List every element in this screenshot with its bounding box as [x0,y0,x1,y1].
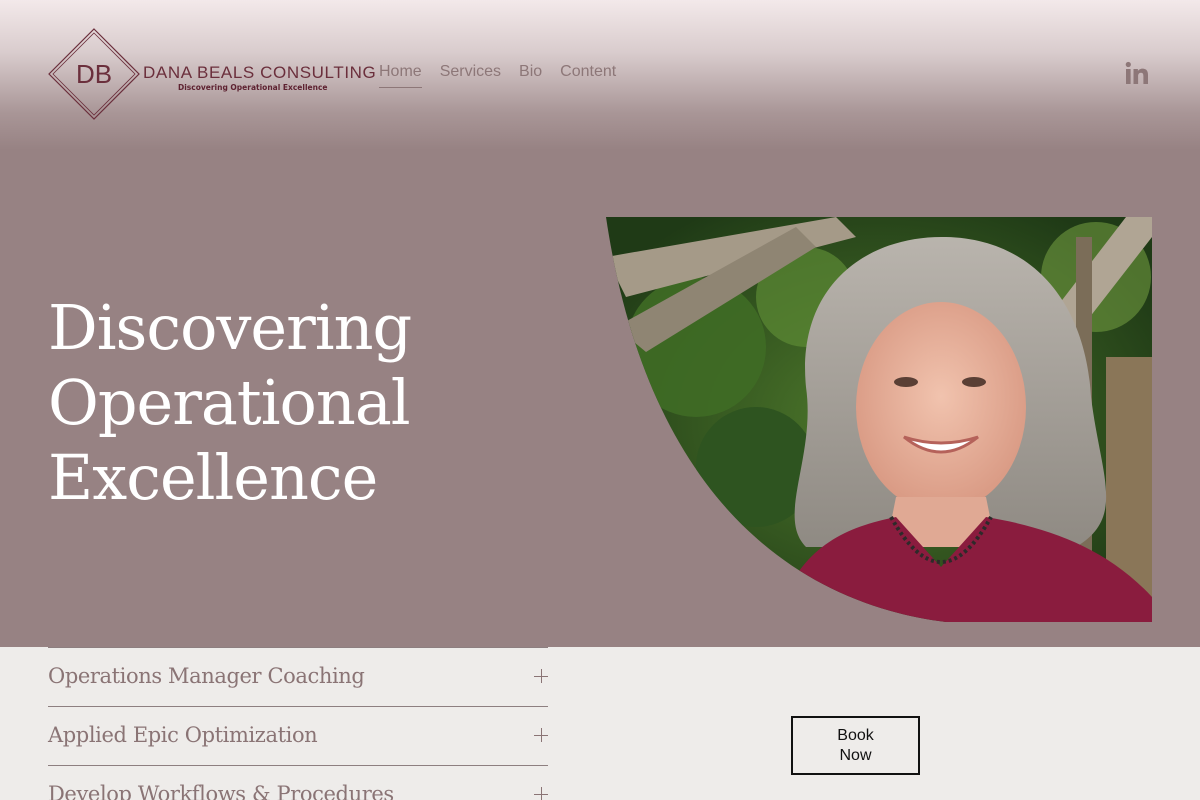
brand-name: Dana Beals Consulting [143,63,377,82]
logo-monogram: DB [76,59,112,89]
site-header: DB Dana Beals Consulting Discovering Ope… [0,0,1200,150]
accordion-item[interactable]: Applied Epic Optimization [48,706,548,765]
hero-title: Discovering Operational Excellence [48,291,412,514]
accordion-item[interactable]: Develop Workflows & Procedures [48,765,548,800]
nav-services[interactable]: Services [440,63,501,88]
linkedin-icon[interactable] [1125,61,1149,85]
accordion-item-label: Develop Workflows & Procedures [48,782,394,800]
accordion-item-label: Operations Manager Coaching [48,664,365,688]
nav-bio[interactable]: Bio [519,63,542,88]
logo-diamond-icon: DB [48,28,140,120]
book-now-label: Book Now [837,726,874,764]
accordion-item-label: Applied Epic Optimization [48,723,318,747]
main-nav: Home Services Bio Content [379,63,616,88]
brand-logo[interactable]: DB Dana Beals Consulting Discovering Ope… [48,28,376,120]
nav-home[interactable]: Home [379,63,422,88]
nav-content[interactable]: Content [560,63,616,88]
hero-portrait-image [606,217,1152,622]
accordion-item[interactable]: Operations Manager Coaching [48,647,548,706]
plus-icon[interactable] [534,669,548,683]
book-now-button[interactable]: Book Now [791,716,920,775]
services-accordion: Operations Manager Coaching Applied Epic… [48,647,548,800]
hero-section: Discovering Operational Excellence [0,150,1200,647]
plus-icon[interactable] [534,787,548,800]
plus-icon[interactable] [534,728,548,742]
brand-tagline: Discovering Operational Excellence [178,83,328,92]
